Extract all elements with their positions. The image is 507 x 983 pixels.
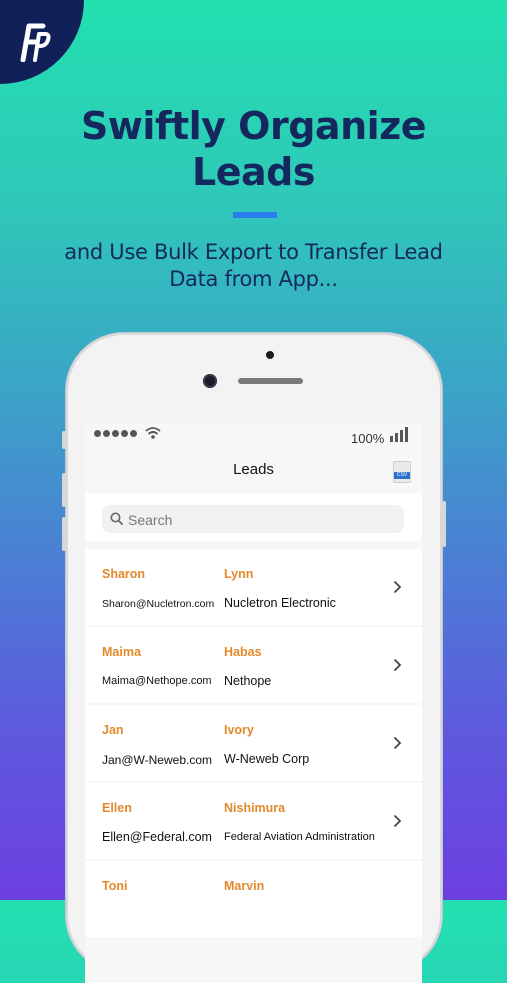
lead-last-name: Nishimura	[224, 801, 286, 815]
promo-headline: Swiftly Organize Leads	[0, 103, 507, 195]
brand-logo	[0, 0, 84, 84]
subline-line-2: Data from App...	[169, 267, 338, 291]
csv-tag: CSV	[394, 472, 410, 479]
lead-first-name: Toni	[102, 879, 128, 893]
search-bar	[85, 493, 422, 541]
lead-first-name: Maima	[102, 645, 141, 659]
status-bar: 100%	[85, 423, 422, 449]
lead-email: Jan@W-Neweb.com	[102, 753, 212, 767]
search-input[interactable]	[126, 508, 390, 532]
fp-logo-icon	[20, 23, 51, 62]
volume-down-button	[62, 517, 66, 551]
promo-subline: and Use Bulk Export to Transfer Lead Dat…	[40, 239, 467, 293]
lead-company: W-Neweb Corp	[224, 752, 310, 766]
lead-last-name: Marvin	[224, 879, 265, 893]
lead-row[interactable]: Toni Marvin	[85, 861, 422, 937]
accent-divider	[233, 212, 277, 218]
mute-switch	[62, 431, 66, 449]
lead-first-name: Jan	[102, 723, 124, 737]
lead-last-name: Ivory	[224, 723, 254, 737]
lead-email: Ellen@Federal.com	[102, 830, 212, 844]
headline-line-2: Leads	[192, 150, 315, 194]
signal-bars-icon	[390, 427, 408, 442]
chevron-right-icon	[393, 736, 402, 750]
volume-up-button	[62, 473, 66, 507]
nav-bar: Leads CSV	[85, 449, 422, 491]
lead-row[interactable]: Maima Habas Maima@Nethope.com Nethope	[85, 627, 422, 703]
chevron-right-icon	[393, 658, 402, 672]
lead-company: Nethope	[224, 674, 272, 688]
leads-list: Sharon Lynn Sharon@Nucletron.com Nucletr…	[85, 549, 422, 939]
headline-line-1: Swiftly Organize	[80, 104, 427, 148]
search-field[interactable]	[102, 505, 404, 533]
lead-row[interactable]: Ellen Nishimura Ellen@Federal.com Federa…	[85, 783, 422, 859]
app-screen: 100% Leads CSV Sharon	[85, 423, 422, 983]
lead-row[interactable]: Jan Ivory Jan@W-Neweb.com W-Neweb Corp	[85, 705, 422, 781]
lead-last-name: Lynn	[224, 567, 254, 581]
subline-line-1: and Use Bulk Export to Transfer Lead	[64, 240, 443, 264]
lead-first-name: Ellen	[102, 801, 132, 815]
phone-frame: 100% Leads CSV Sharon	[62, 333, 446, 983]
chevron-right-icon	[393, 814, 402, 828]
lead-last-name: Habas	[224, 645, 262, 659]
power-button	[442, 501, 446, 547]
proximity-sensor	[266, 351, 274, 359]
front-camera	[203, 374, 217, 388]
search-icon	[110, 512, 123, 525]
csv-export-button[interactable]: CSV	[393, 461, 411, 483]
lead-first-name: Sharon	[102, 567, 146, 581]
signal-dots-icon	[94, 430, 137, 437]
chevron-right-icon	[393, 580, 402, 594]
earpiece-speaker	[238, 378, 303, 384]
lead-company: Federal Aviation Administration	[224, 831, 375, 843]
battery-percent: 100%	[351, 431, 385, 446]
lead-company: Nucletron Electronic	[224, 596, 336, 610]
page-title: Leads	[233, 461, 274, 478]
lead-row[interactable]: Sharon Lynn Sharon@Nucletron.com Nucletr…	[85, 549, 422, 625]
lead-email: Sharon@Nucletron.com	[102, 598, 215, 610]
wifi-icon	[145, 427, 161, 439]
lead-email: Maima@Nethope.com	[102, 675, 212, 687]
